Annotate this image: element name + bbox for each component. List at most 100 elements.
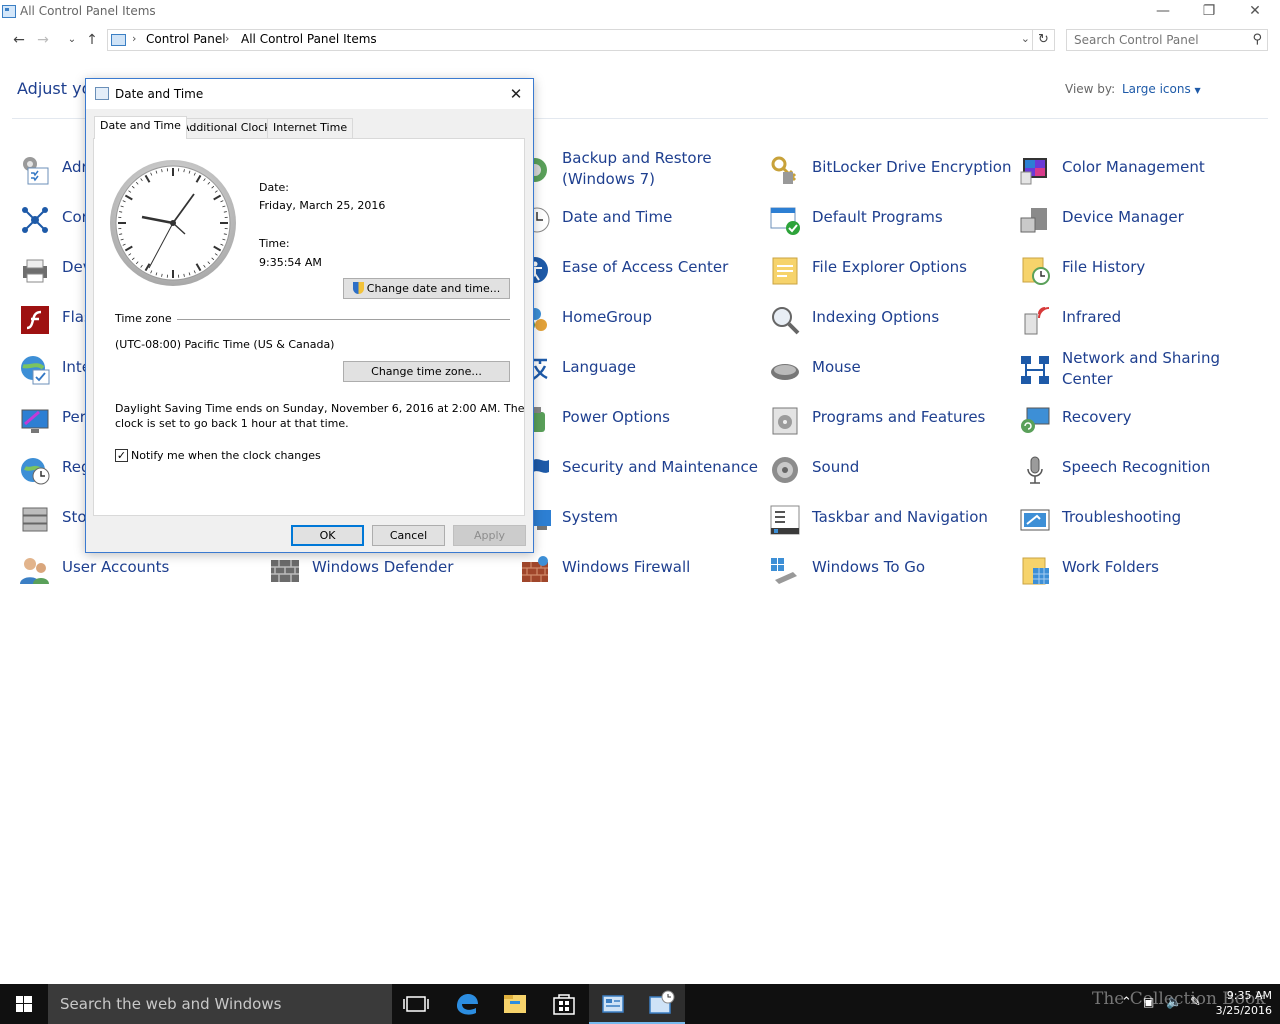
ok-button[interactable]: OK — [291, 525, 364, 546]
cp-item-label[interactable]: File History — [1062, 258, 1145, 276]
search-icon[interactable]: ⚲ — [1252, 32, 1262, 47]
cp-item-label[interactable]: Sound — [812, 458, 859, 476]
cp-item-default-programs[interactable]: Default Programs — [769, 196, 1009, 240]
recent-locations-chevron-icon[interactable]: ⌄ — [62, 30, 82, 50]
cp-item-label[interactable]: Windows Firewall — [562, 558, 690, 576]
cp-item-label[interactable]: Adr — [62, 158, 88, 176]
change-date-time-button[interactable]: Change date and time... — [343, 278, 510, 299]
cp-item-label[interactable]: Security and Maintenance — [562, 458, 758, 476]
cp-item-bitlocker[interactable]: BitLocker Drive Encryption — [769, 146, 1011, 190]
cp-item-file-history[interactable]: File History — [1019, 246, 1259, 290]
up-arrow-icon[interactable]: ↑ — [82, 30, 102, 50]
cp-item-indexing-options[interactable]: Indexing Options — [769, 296, 1009, 340]
dialog-titlebar[interactable]: Date and Time ✕ — [86, 79, 533, 109]
apply-button[interactable]: Apply — [453, 525, 526, 546]
cp-item-label[interactable]: Ease of Access Center — [562, 258, 728, 276]
cp-item-label[interactable]: HomeGroup — [562, 308, 652, 326]
cp-item-label[interactable]: Network and Sharing Center — [1062, 348, 1262, 390]
edge-browser-icon[interactable] — [443, 984, 491, 1024]
dropdown-caret-icon[interactable]: ▼ — [1195, 86, 1201, 95]
cp-item-label[interactable]: User Accounts — [62, 558, 169, 576]
cp-item-recovery[interactable]: Recovery — [1019, 396, 1259, 440]
breadcrumb-separator-icon[interactable]: › — [132, 32, 136, 45]
cp-item-label[interactable]: System — [562, 508, 618, 526]
cp-item-label[interactable]: Windows Defender — [312, 558, 453, 576]
back-arrow-icon[interactable]: ← — [9, 30, 29, 50]
cp-item-label[interactable]: Mouse — [812, 358, 861, 376]
taskbar-clock[interactable]: 9:35 AM 3/25/2016 — [1216, 988, 1272, 1018]
cp-item-label[interactable]: Language — [562, 358, 636, 376]
notify-label[interactable]: Notify me when the clock changes — [131, 449, 321, 462]
cp-item-label[interactable]: Default Programs — [812, 208, 943, 226]
tab-date-and-time[interactable]: Date and Time — [94, 116, 187, 139]
clock-date[interactable]: 3/25/2016 — [1216, 1003, 1272, 1018]
control-panel-taskbar-icon[interactable] — [589, 984, 637, 1024]
cp-item-troubleshooting[interactable]: Troubleshooting — [1019, 496, 1259, 540]
cp-item-taskbar-navigation[interactable]: Taskbar and Navigation — [769, 496, 1009, 540]
cp-item-speech-recognition[interactable]: Speech Recognition — [1019, 446, 1259, 490]
cp-item-device-manager[interactable]: Device Manager — [1019, 196, 1259, 240]
action-center-icon[interactable]: ✎ — [1190, 995, 1201, 1010]
view-by-value[interactable]: Large icons — [1122, 82, 1191, 96]
cp-item-system[interactable]: System — [519, 496, 759, 540]
cp-item-network-sharing[interactable]: Network and Sharing Center — [1019, 346, 1259, 390]
cp-item-label[interactable]: Sto — [62, 508, 87, 526]
breadcrumb-control-panel[interactable]: Control Panel — [146, 32, 226, 46]
breadcrumb-separator-icon[interactable]: › — [225, 32, 229, 45]
cp-item-label[interactable]: Speech Recognition — [1062, 458, 1210, 476]
cp-item-programs-features[interactable]: Programs and Features — [769, 396, 1009, 440]
view-by-dropdown[interactable]: Large icons ▼ — [1122, 82, 1201, 96]
cp-item-mouse[interactable]: Mouse — [769, 346, 1009, 390]
refresh-icon[interactable]: ↻ — [1033, 29, 1055, 51]
cp-item-windows-firewall[interactable]: Windows Firewall — [519, 546, 759, 590]
notify-checkbox[interactable]: ✓ — [115, 449, 128, 462]
restore-button[interactable]: ❐ — [1186, 0, 1232, 24]
close-button[interactable]: ✕ — [1232, 0, 1278, 24]
cp-item-label[interactable]: Recovery — [1062, 408, 1132, 426]
cp-item-label[interactable]: Work Folders — [1062, 558, 1159, 576]
cp-item-infrared[interactable]: Infrared — [1019, 296, 1259, 340]
breadcrumb-all-items[interactable]: All Control Panel Items — [241, 32, 377, 46]
cp-item-date-and-time[interactable]: Date and Time — [519, 196, 759, 240]
taskbar-search-text[interactable]: Search the web and Windows — [60, 995, 281, 1013]
store-icon[interactable] — [540, 984, 588, 1024]
start-button[interactable] — [0, 984, 48, 1024]
cp-item-color-management[interactable]: Color Management — [1019, 146, 1259, 190]
show-hidden-icons-chevron-icon[interactable]: ⌃ — [1121, 995, 1132, 1010]
cp-item-file-explorer-options[interactable]: File Explorer Options — [769, 246, 1009, 290]
cp-item-ease-of-access[interactable]: Ease of Access Center — [519, 246, 759, 290]
cp-item-security-maintenance[interactable]: Security and Maintenance — [519, 446, 759, 490]
cp-item-label[interactable]: Cor — [62, 208, 88, 226]
cp-item-label[interactable]: Indexing Options — [812, 308, 939, 326]
cp-item-label[interactable]: Date and Time — [562, 208, 672, 226]
change-timezone-button[interactable]: Change time zone... — [343, 361, 510, 382]
cp-item-label[interactable]: Color Management — [1062, 158, 1205, 176]
change-date-time-label[interactable]: Change date and time... — [367, 282, 500, 295]
minimize-button[interactable]: — — [1140, 0, 1186, 24]
cp-item-homegroup[interactable]: HomeGroup — [519, 296, 759, 340]
cp-item-backup-restore[interactable]: Backup and Restore (Windows 7) — [519, 146, 759, 190]
cp-item-label[interactable]: File Explorer Options — [812, 258, 967, 276]
address-dropdown-chevron-icon[interactable]: ⌄ — [1021, 32, 1030, 45]
cp-item-label[interactable]: Backup and Restore (Windows 7) — [562, 148, 762, 190]
cp-item-sound[interactable]: Sound — [769, 446, 1009, 490]
dialog-close-icon[interactable]: ✕ — [505, 83, 527, 105]
cp-item-label[interactable]: Programs and Features — [812, 408, 985, 426]
search-box[interactable]: ⚲ — [1066, 29, 1268, 51]
file-explorer-icon[interactable] — [491, 984, 539, 1024]
clock-time[interactable]: 9:35 AM — [1216, 988, 1272, 1003]
network-icon[interactable]: ▣ — [1143, 995, 1154, 1009]
cp-item-label[interactable]: Windows To Go — [812, 558, 925, 576]
cp-item-label[interactable]: BitLocker Drive Encryption — [812, 158, 1011, 176]
volume-icon[interactable]: 🔈 — [1166, 995, 1182, 1010]
cp-item-windows-to-go[interactable]: Windows To Go — [769, 546, 1009, 590]
cp-item-label[interactable]: Power Options — [562, 408, 670, 426]
cp-item-label[interactable]: Taskbar and Navigation — [812, 508, 988, 526]
address-bar[interactable]: › Control Panel › All Control Panel Item… — [107, 29, 1033, 51]
cp-item-label[interactable]: Troubleshooting — [1062, 508, 1181, 526]
forward-arrow-icon[interactable]: → — [33, 30, 53, 50]
tab-internet-time[interactable]: Internet Time — [267, 118, 354, 138]
cp-item-label[interactable]: Per — [62, 408, 86, 426]
cp-item-label[interactable]: Infrared — [1062, 308, 1121, 326]
search-input[interactable] — [1074, 33, 1244, 47]
